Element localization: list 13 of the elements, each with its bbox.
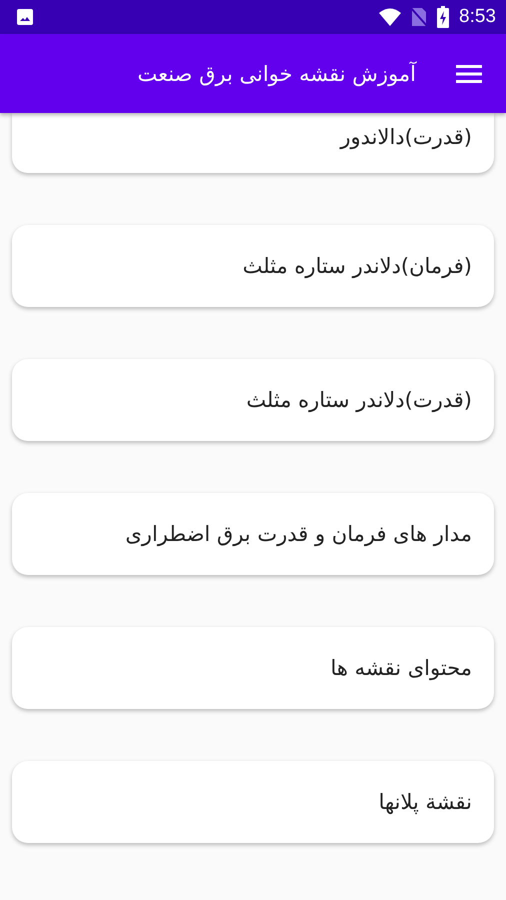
- menu-icon[interactable]: [456, 64, 482, 84]
- app-title: آموزش نقشه خوانی برق صنعت: [137, 62, 416, 86]
- list-item[interactable]: نقشة پلانها: [12, 761, 494, 843]
- no-sim-icon: [411, 7, 428, 27]
- list-item[interactable]: محتوای نقشه ها: [12, 627, 494, 709]
- list-item[interactable]: مدار های فرمان و قدرت برق اضطراری: [12, 493, 494, 575]
- clock: 8:53: [459, 6, 496, 28]
- list-item[interactable]: (فرمان)دلاندر ستاره مثلث: [12, 225, 494, 307]
- wifi-icon: [379, 8, 402, 26]
- image-icon: [16, 8, 34, 26]
- battery-icon: [437, 6, 450, 28]
- list-item[interactable]: (قدرت)دالاندور: [12, 113, 494, 173]
- list-item[interactable]: (قدرت)دلاندر ستاره مثلث: [12, 359, 494, 441]
